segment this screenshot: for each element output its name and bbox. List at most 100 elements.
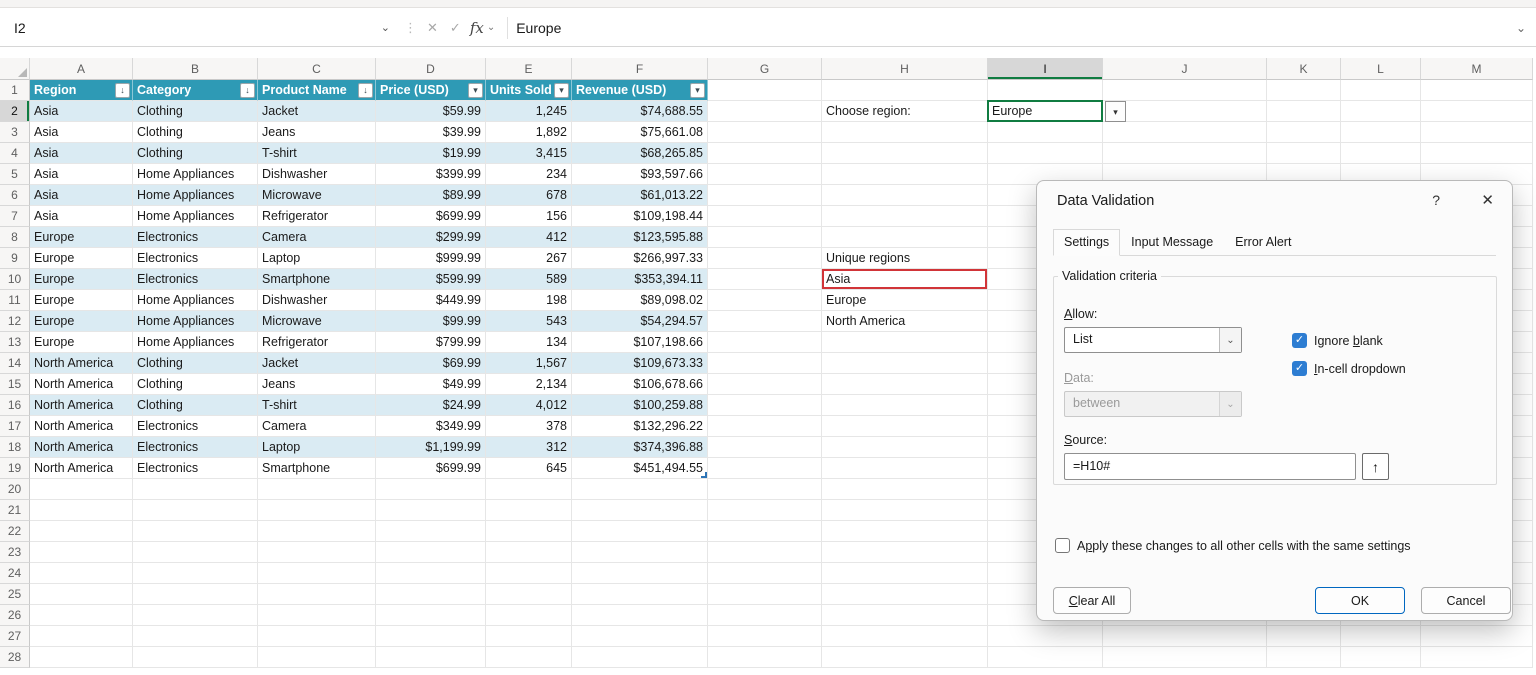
cell-C23[interactable] <box>258 542 376 563</box>
cell-J1[interactable] <box>1103 80 1267 101</box>
cell-G2[interactable] <box>708 101 822 122</box>
cell-E3[interactable]: 1,892 <box>486 122 572 143</box>
cell-A13[interactable]: Europe <box>30 332 133 353</box>
row-header-17[interactable]: 17 <box>0 416 30 437</box>
cell-B22[interactable] <box>133 521 258 542</box>
row-header-4[interactable]: 4 <box>0 143 30 164</box>
cell-C15[interactable]: Jeans <box>258 374 376 395</box>
cell-F7[interactable]: $109,198.44 <box>572 206 708 227</box>
apply-changes-checkbox[interactable] <box>1055 538 1070 553</box>
row-header-6[interactable]: 6 <box>0 185 30 206</box>
cell-H8[interactable] <box>822 227 988 248</box>
cell-G4[interactable] <box>708 143 822 164</box>
cell-C18[interactable]: Laptop <box>258 437 376 458</box>
cell-E28[interactable] <box>486 647 572 668</box>
cell-D20[interactable] <box>376 479 486 500</box>
cell-G1[interactable] <box>708 80 822 101</box>
cell-C24[interactable] <box>258 563 376 584</box>
cell-B16[interactable]: Clothing <box>133 395 258 416</box>
cell-D2[interactable]: $59.99 <box>376 101 486 122</box>
cell-G10[interactable] <box>708 269 822 290</box>
cell-B10[interactable]: Electronics <box>133 269 258 290</box>
row-header-26[interactable]: 26 <box>0 605 30 626</box>
cell-G3[interactable] <box>708 122 822 143</box>
cell-D12[interactable]: $99.99 <box>376 311 486 332</box>
cell-E6[interactable]: 678 <box>486 185 572 206</box>
cell-F27[interactable] <box>572 626 708 647</box>
col-header-J[interactable]: J <box>1103 58 1267 80</box>
ignore-blank-checkbox-row[interactable]: ✓ Ignore blank <box>1292 333 1383 348</box>
col-header-K[interactable]: K <box>1267 58 1341 80</box>
filter-icon[interactable]: ▾ <box>554 83 569 98</box>
cell-D24[interactable] <box>376 563 486 584</box>
cell-G8[interactable] <box>708 227 822 248</box>
incell-dropdown-checkbox-row[interactable]: ✓ In-cell dropdown <box>1292 361 1406 376</box>
cell-A17[interactable]: North America <box>30 416 133 437</box>
cell-E21[interactable] <box>486 500 572 521</box>
cell-C8[interactable]: Camera <box>258 227 376 248</box>
cancel-entry-icon[interactable]: ✕ <box>421 20 444 36</box>
cell-E23[interactable] <box>486 542 572 563</box>
cell-D27[interactable] <box>376 626 486 647</box>
cell-D13[interactable]: $799.99 <box>376 332 486 353</box>
cell-F11[interactable]: $89,098.02 <box>572 290 708 311</box>
name-box-chevron-icon[interactable]: ⌄ <box>381 21 400 34</box>
insert-function-icon[interactable]: fx <box>467 19 487 37</box>
tab-input-message[interactable]: Input Message <box>1120 229 1224 256</box>
cell-G18[interactable] <box>708 437 822 458</box>
cell-G14[interactable] <box>708 353 822 374</box>
cell-F6[interactable]: $61,013.22 <box>572 185 708 206</box>
col-header-I[interactable]: I <box>988 58 1103 80</box>
cell-C2[interactable]: Jacket <box>258 101 376 122</box>
col-header-G[interactable]: G <box>708 58 822 80</box>
cell-K27[interactable] <box>1267 626 1341 647</box>
cell-A25[interactable] <box>30 584 133 605</box>
cell-F8[interactable]: $123,595.88 <box>572 227 708 248</box>
cell-J27[interactable] <box>1103 626 1267 647</box>
cell-A21[interactable] <box>30 500 133 521</box>
cell-C20[interactable] <box>258 479 376 500</box>
cell-H17[interactable] <box>822 416 988 437</box>
cell-H18[interactable] <box>822 437 988 458</box>
cell-F15[interactable]: $106,678.66 <box>572 374 708 395</box>
cell-D5[interactable]: $399.99 <box>376 164 486 185</box>
cell-F14[interactable]: $109,673.33 <box>572 353 708 374</box>
cell-H7[interactable] <box>822 206 988 227</box>
row-header-11[interactable]: 11 <box>0 290 30 311</box>
cell-H4[interactable] <box>822 143 988 164</box>
cell-D22[interactable] <box>376 521 486 542</box>
apply-changes-row[interactable]: Apply these changes to all other cells w… <box>1055 538 1411 553</box>
allow-dropdown[interactable]: List ⌄ <box>1064 327 1242 353</box>
cell-F28[interactable] <box>572 647 708 668</box>
cell-F12[interactable]: $54,294.57 <box>572 311 708 332</box>
row-header-16[interactable]: 16 <box>0 395 30 416</box>
row-header-14[interactable]: 14 <box>0 353 30 374</box>
cell-F20[interactable] <box>572 479 708 500</box>
cell-H21[interactable] <box>822 500 988 521</box>
cell-H12[interactable]: North America <box>822 311 988 332</box>
row-header-18[interactable]: 18 <box>0 437 30 458</box>
cell-G26[interactable] <box>708 605 822 626</box>
cell-A26[interactable] <box>30 605 133 626</box>
cell-F17[interactable]: $132,296.22 <box>572 416 708 437</box>
cell-C28[interactable] <box>258 647 376 668</box>
help-icon[interactable]: ? <box>1432 192 1440 208</box>
cell-K2[interactable] <box>1267 101 1341 122</box>
cell-G19[interactable] <box>708 458 822 479</box>
formula-bar-input[interactable]: Europe <box>516 20 1516 36</box>
cell-E19[interactable]: 645 <box>486 458 572 479</box>
cell-F18[interactable]: $374,396.88 <box>572 437 708 458</box>
cell-A1[interactable]: Region↓ <box>30 80 133 101</box>
sort-filter-icon[interactable]: ↓ <box>358 83 373 98</box>
cell-G7[interactable] <box>708 206 822 227</box>
row-header-15[interactable]: 15 <box>0 374 30 395</box>
cell-A27[interactable] <box>30 626 133 647</box>
cell-F9[interactable]: $266,997.33 <box>572 248 708 269</box>
cell-M3[interactable] <box>1421 122 1533 143</box>
cell-E13[interactable]: 134 <box>486 332 572 353</box>
cell-E15[interactable]: 2,134 <box>486 374 572 395</box>
row-header-7[interactable]: 7 <box>0 206 30 227</box>
close-icon[interactable]: ✕ <box>1481 191 1494 209</box>
cell-I3[interactable] <box>988 122 1103 143</box>
row-header-28[interactable]: 28 <box>0 647 30 668</box>
